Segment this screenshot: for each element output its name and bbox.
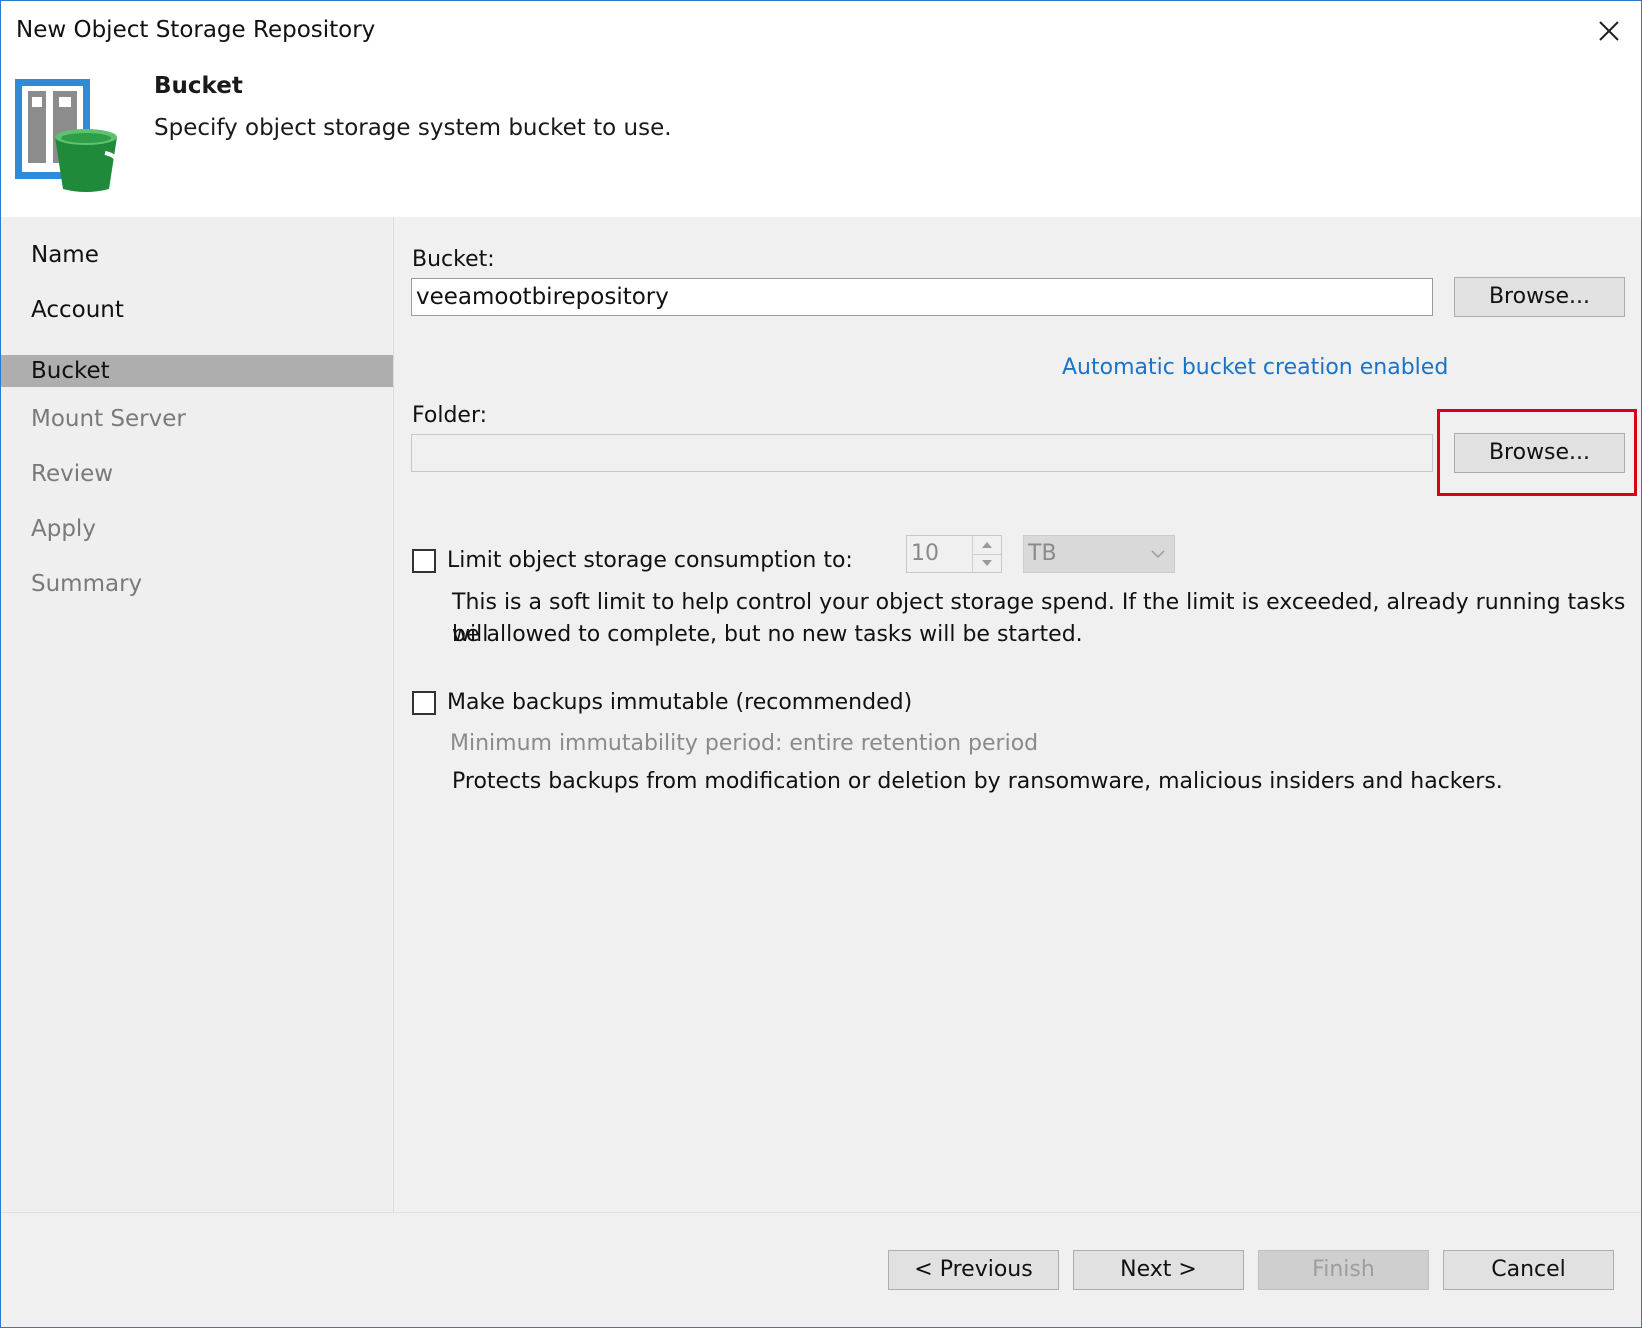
window-title: New Object Storage Repository bbox=[16, 17, 376, 43]
auto-bucket-creation-link[interactable]: Automatic bucket creation enabled bbox=[1062, 355, 1448, 380]
cancel-button[interactable]: Cancel bbox=[1443, 1250, 1614, 1290]
step-description: Specify object storage system bucket to … bbox=[154, 115, 672, 141]
nav-step-account[interactable]: Account bbox=[1, 294, 393, 326]
chevron-up-icon bbox=[982, 542, 992, 548]
nav-step-review: Review bbox=[31, 461, 114, 487]
limit-value-stepper: 10 bbox=[906, 535, 1002, 573]
previous-button[interactable]: < Previous bbox=[888, 1250, 1059, 1290]
limit-unit-select: TB bbox=[1023, 535, 1175, 573]
immutable-checkbox[interactable] bbox=[412, 691, 436, 715]
stepper-up-button bbox=[973, 536, 1001, 555]
folder-browse-button[interactable]: Browse... bbox=[1454, 433, 1625, 473]
step-content-panel: Bucket: veeamootbirepository Browse... A… bbox=[394, 217, 1641, 1212]
folder-field bbox=[411, 434, 1433, 472]
limit-description-line2: be allowed to complete, but no new tasks… bbox=[452, 622, 1083, 647]
limit-consumption-checkbox[interactable] bbox=[412, 549, 436, 573]
bucket-field[interactable]: veeamootbirepository bbox=[411, 278, 1433, 316]
limit-unit-text: TB bbox=[1028, 541, 1057, 566]
immutability-period-text: Minimum immutability period: entire rete… bbox=[450, 731, 1039, 756]
nav-step-name[interactable]: Name bbox=[1, 239, 393, 271]
wizard-steps-nav: Name Account Bucket Mount Server Review … bbox=[1, 217, 394, 1212]
step-title: Bucket bbox=[154, 73, 243, 99]
chevron-down-icon bbox=[1151, 550, 1165, 559]
nav-step-summary: Summary bbox=[31, 571, 143, 597]
immutable-description: Protects backups from modification or de… bbox=[452, 769, 1503, 794]
nav-step-apply: Apply bbox=[31, 516, 96, 542]
immutable-label: Make backups immutable (recommended) bbox=[447, 690, 913, 715]
chevron-down-icon bbox=[982, 560, 992, 566]
stepper-buttons bbox=[972, 536, 1001, 572]
folder-label: Folder: bbox=[412, 403, 488, 428]
close-button[interactable] bbox=[1589, 13, 1629, 49]
limit-value-text: 10 bbox=[911, 541, 939, 566]
limit-consumption-label: Limit object storage consumption to: bbox=[447, 548, 853, 573]
wizard-footer: < Previous Next > Finish Cancel bbox=[1, 1212, 1641, 1327]
object-storage-bucket-icon bbox=[15, 79, 120, 192]
stepper-down-button bbox=[973, 554, 1001, 572]
bucket-browse-button[interactable]: Browse... bbox=[1454, 277, 1625, 317]
close-icon bbox=[1599, 21, 1619, 41]
next-button[interactable]: Next > bbox=[1073, 1250, 1244, 1290]
bucket-label: Bucket: bbox=[412, 247, 495, 272]
nav-step-bucket[interactable]: Bucket bbox=[1, 355, 393, 387]
wizard-window: New Object Storage Repository Bucket Spe… bbox=[0, 0, 1642, 1328]
nav-step-mount-server: Mount Server bbox=[31, 406, 186, 432]
finish-button: Finish bbox=[1258, 1250, 1429, 1290]
